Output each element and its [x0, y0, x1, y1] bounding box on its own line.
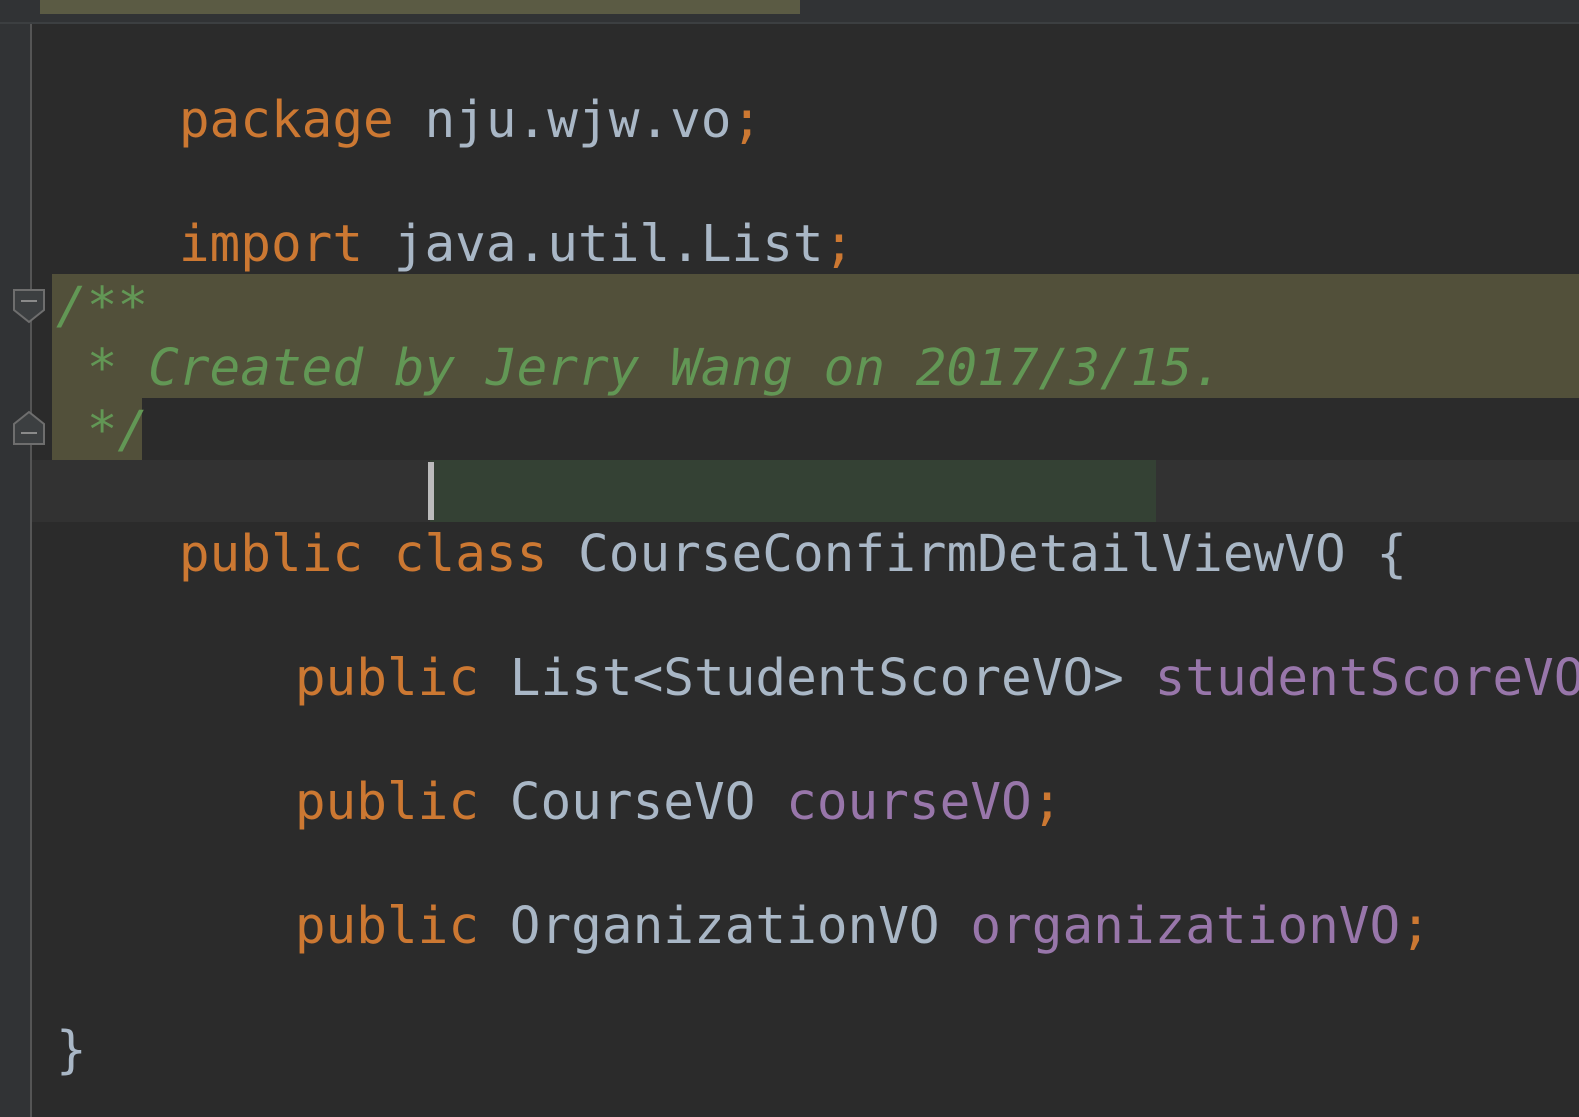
keyword-public: public — [294, 649, 480, 708]
semicolon: ; — [823, 215, 855, 274]
doc-comment-open[interactable]: /** — [56, 276, 148, 338]
open-brace: { — [1345, 525, 1408, 584]
import-name: java.util.List — [363, 215, 824, 274]
editor-gutter[interactable] — [0, 24, 30, 1117]
code-line-package[interactable]: package nju.wjw.vo; — [56, 28, 762, 150]
field-type: List<StudentScoreVO> — [479, 649, 1155, 708]
keyword-public: public — [178, 525, 364, 584]
field-type: OrganizationVO — [479, 897, 971, 956]
keyword-public: public — [294, 897, 480, 956]
fold-collapse-icon[interactable] — [12, 288, 46, 324]
code-line-field[interactable]: public OrganizationVO organizationVO; — [56, 834, 1431, 956]
semicolon: ; — [1031, 773, 1063, 832]
code-editor[interactable]: package nju.wjw.vo; import java.util.Lis… — [0, 0, 1579, 1117]
code-line-class[interactable]: public class CourseConfirmDetailViewVO { — [56, 462, 1407, 584]
semicolon: ; — [731, 91, 763, 150]
package-name: nju.wjw.vo — [393, 91, 732, 150]
keyword-package: package — [178, 91, 394, 150]
keyword-import: import — [178, 215, 364, 274]
code-line-field[interactable]: public List<StudentScoreVO> studentScore… — [56, 586, 1579, 708]
code-line-import[interactable]: import java.util.List; — [56, 152, 855, 274]
editor-top-strip — [0, 0, 1579, 24]
doc-comment-close[interactable]: */ — [56, 400, 148, 462]
fold-end-icon[interactable] — [12, 410, 46, 446]
doc-comment-body[interactable]: * Created by Jerry Wang on 2017/3/15. — [56, 338, 1223, 400]
field-type: CourseVO — [479, 773, 787, 832]
field-name: studentScoreVOs — [1154, 649, 1579, 708]
gutter-divider — [30, 24, 32, 1117]
semicolon: ; — [1400, 897, 1431, 956]
keyword-class: class — [393, 525, 548, 584]
class-name: CourseConfirmDetailViewVO — [578, 525, 1346, 584]
text-caret — [428, 462, 434, 520]
field-name: organizationVO — [970, 897, 1401, 956]
tab-highlight — [40, 0, 800, 14]
keyword-public: public — [294, 773, 480, 832]
closing-brace[interactable]: } — [56, 1020, 87, 1082]
field-name: courseVO — [786, 773, 1032, 832]
code-line-field[interactable]: public CourseVO courseVO; — [56, 710, 1063, 832]
